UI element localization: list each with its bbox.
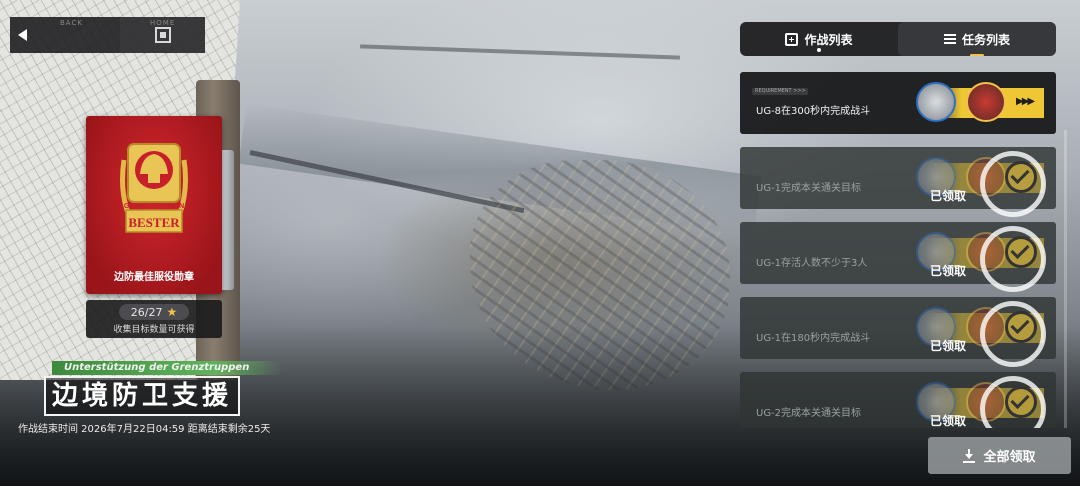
mission-text: UG-8在300秒内完成战斗 xyxy=(756,106,871,117)
tab-label: 作战列表 xyxy=(804,32,853,47)
list-icon xyxy=(943,34,956,44)
tab-mission-list[interactable]: 任务列表 xyxy=(898,22,1056,56)
claim-all-label: 全部领取 xyxy=(983,450,1036,465)
mission-item[interactable]: UG-1在180秒内完成战斗 已领取 xyxy=(740,297,1056,367)
progress-count: 26/27 xyxy=(130,305,163,319)
requirement-tag: REQUIREMENT >>> xyxy=(752,88,808,95)
back-arrow-icon xyxy=(18,29,27,41)
medal-badge-icon: GRENZ-TRUPPEN BESTER xyxy=(120,143,188,233)
mission-text: UG-2完成本关通关目标 xyxy=(756,408,862,419)
mission-item[interactable]: UG-2完成本关通关目标 已领取 xyxy=(740,372,1056,428)
mission-text: UG-1完成本关通关目标 xyxy=(756,183,862,194)
medal-card[interactable]: GRENZ-TRUPPEN BESTER 边防最佳服役勋章 xyxy=(86,116,222,294)
top-nav-bar: BACK HOME xyxy=(10,17,205,53)
mission-item[interactable]: UG-1完成本关通关目标 已领取 xyxy=(740,147,1056,217)
tab-active-underline xyxy=(970,54,984,56)
badge-text-top: GRENZ-TRUPPEN xyxy=(124,203,184,210)
tab-battle-list[interactable]: 作战列表 xyxy=(740,22,898,56)
event-end-time: 作战结束时间 2026年7月22日04:59 距离结束剩余25天 xyxy=(18,424,271,435)
home-caption: HOME xyxy=(150,19,176,27)
go-arrows-icon: ▶▶▶ xyxy=(1016,96,1035,107)
mission-text: UG-1存活人数不少于3人 xyxy=(756,258,868,269)
event-subtitle: Unterstützung der Grenztruppen xyxy=(52,361,282,375)
badge-text-bottom: BESTER xyxy=(128,215,180,230)
download-icon xyxy=(963,448,976,463)
claimed-label: 已领取 xyxy=(930,264,967,278)
claim-all-button[interactable]: 全部领取 xyxy=(928,437,1071,474)
tab-label: 任务列表 xyxy=(961,32,1010,47)
tab-indicator-dot xyxy=(817,48,821,52)
tab-bar: 作战列表 任务列表 xyxy=(740,22,1056,56)
mission-item[interactable]: REQUIREMENT >>> UG-8在300秒内完成战斗 ▶▶▶ xyxy=(740,72,1056,134)
medal-name: 边防最佳服役勋章 xyxy=(114,272,194,283)
mission-item[interactable]: UG-1存活人数不少于3人 已领取 xyxy=(740,222,1056,292)
claimed-label: 已领取 xyxy=(930,339,967,353)
claimed-label: 已领取 xyxy=(930,414,967,428)
reward-item-icon[interactable] xyxy=(916,82,956,122)
claimed-label: 已领取 xyxy=(930,189,967,203)
medal-progress: 26/27 ★ 收集目标数量可获得 xyxy=(86,300,222,338)
progress-pill: 26/27 ★ xyxy=(119,304,189,320)
mission-list[interactable]: REQUIREMENT >>> UG-8在300秒内完成战斗 ▶▶▶ UG-1完… xyxy=(740,72,1056,428)
home-icon xyxy=(154,27,171,43)
battle-icon xyxy=(785,32,799,46)
star-icon: ★ xyxy=(166,305,178,319)
progress-note: 收集目标数量可获得 xyxy=(113,325,195,335)
mission-text: UG-1在180秒内完成战斗 xyxy=(756,333,871,344)
reward-item-icon[interactable] xyxy=(966,82,1006,122)
event-title: 边境防卫支援 xyxy=(44,376,241,416)
back-caption: BACK xyxy=(60,19,83,27)
mission-scrollbar[interactable] xyxy=(1064,130,1067,428)
